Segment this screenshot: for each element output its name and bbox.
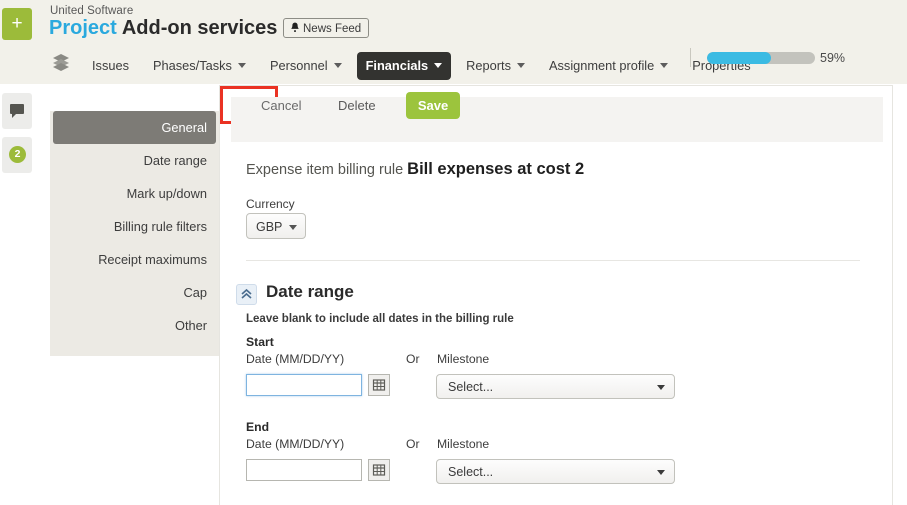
notification-badge: 2 [9, 146, 26, 163]
tab-date-range[interactable]: Date range [50, 144, 219, 177]
nav-item-label: Assignment profile [548, 58, 655, 73]
content-card: Cancel Delete Save Expense item billing … [219, 85, 893, 505]
currency-label: Currency [246, 197, 295, 211]
section-hint: Leave blank to include all dates in the … [246, 313, 514, 325]
nav-item-label: Reports [466, 58, 511, 73]
end-date-input[interactable] [246, 459, 362, 481]
left-rail: 2 [0, 84, 33, 505]
end-milestone-value: Select... [448, 465, 494, 479]
progress-bar-fill [707, 52, 771, 64]
nav-item-label: Issues [92, 58, 129, 73]
currency-select[interactable]: GBP [246, 213, 306, 239]
chevron-down-icon [237, 63, 246, 68]
section-divider [246, 260, 860, 261]
nav-item-label: Personnel [269, 58, 328, 73]
progress-label: 59% [820, 51, 846, 65]
chevron-down-icon [289, 225, 297, 230]
cancel-button[interactable]: Cancel [261, 98, 301, 113]
nav-item-phases-tasks[interactable]: Phases/Tasks [144, 52, 255, 80]
bell-icon [290, 20, 300, 40]
page-title: Project Add-on services [49, 17, 300, 43]
chevron-down-icon [660, 63, 669, 68]
chevron-down-icon [333, 63, 342, 68]
save-button[interactable]: Save [406, 92, 460, 119]
start-calendar-icon[interactable] [368, 374, 390, 396]
tab-billing-rule-filters[interactable]: Billing rule filters [50, 210, 219, 243]
nav-item-reports[interactable]: Reports [457, 52, 534, 80]
settings-tab-list: General Date range Mark up/down Billing … [50, 111, 219, 356]
record-subtitle: Expense item billing rule Bill expenses a… [246, 160, 584, 179]
start-milestone-select[interactable]: Select... [436, 374, 675, 399]
nav-item-label: Phases/Tasks [153, 58, 232, 73]
tab-receipt-maximums[interactable]: Receipt maximums [50, 243, 219, 276]
delete-button[interactable]: Delete [338, 98, 376, 113]
news-feed-label: News Feed [303, 23, 362, 35]
section-title: Date range [266, 282, 354, 301]
notifications-button[interactable]: 2 [2, 137, 32, 173]
chevron-down-icon [657, 470, 665, 475]
tab-mark-up-down[interactable]: Mark up/down [50, 177, 219, 210]
nav-item-assignment-profile[interactable]: Assignment profile [540, 52, 677, 80]
progress-bar [707, 52, 815, 64]
nav-item-label: Financials [365, 58, 429, 73]
end-milestone-label: Milestone [437, 437, 490, 451]
start-milestone-label: Milestone [437, 352, 490, 366]
end-date-label: Date (MM/DD/YY) [246, 437, 345, 451]
currency-value: GBP [256, 220, 283, 234]
nav-item-list: Issues Phases/Tasks Personnel Financials Rep… [80, 44, 763, 84]
tab-general[interactable]: General [53, 111, 216, 144]
record-type-label: Expense item billing rule [246, 162, 404, 178]
news-feed-button[interactable]: News Feed [283, 18, 370, 40]
chevron-down-icon [516, 63, 525, 68]
nav-divider [690, 48, 691, 67]
nav-item-personnel[interactable]: Personnel [261, 52, 351, 80]
page-title-prefix: Project [49, 17, 117, 39]
record-name: Bill expenses at cost 2 [407, 160, 585, 178]
layers-icon[interactable] [50, 51, 72, 73]
end-or-label: Or [406, 437, 420, 451]
end-calendar-icon[interactable] [368, 459, 390, 481]
chevron-down-icon [434, 63, 443, 68]
end-milestone-select[interactable]: Select... [436, 459, 675, 484]
chevron-down-icon [657, 385, 665, 390]
main-navigation: Issues Phases/Tasks Personnel Financials Rep… [0, 44, 907, 84]
tab-other[interactable]: Other [50, 309, 219, 342]
action-toolbar [231, 97, 883, 142]
collapse-section-button[interactable] [236, 284, 257, 305]
start-milestone-value: Select... [448, 380, 494, 394]
page-title-name: Add-on services [121, 17, 278, 39]
company-name: United Software [50, 5, 134, 17]
comment-bubble-icon [10, 104, 24, 118]
start-or-label: Or [406, 352, 420, 366]
start-group-title: Start [246, 335, 274, 349]
add-button[interactable]: + [2, 8, 32, 40]
end-group-title: End [246, 420, 270, 434]
nav-item-issues[interactable]: Issues [83, 52, 138, 80]
start-date-label: Date (MM/DD/YY) [246, 352, 345, 366]
nav-item-financials[interactable]: Financials [356, 52, 452, 80]
tab-cap[interactable]: Cap [50, 276, 219, 309]
start-date-input[interactable] [246, 374, 362, 396]
comments-button[interactable] [2, 93, 32, 129]
